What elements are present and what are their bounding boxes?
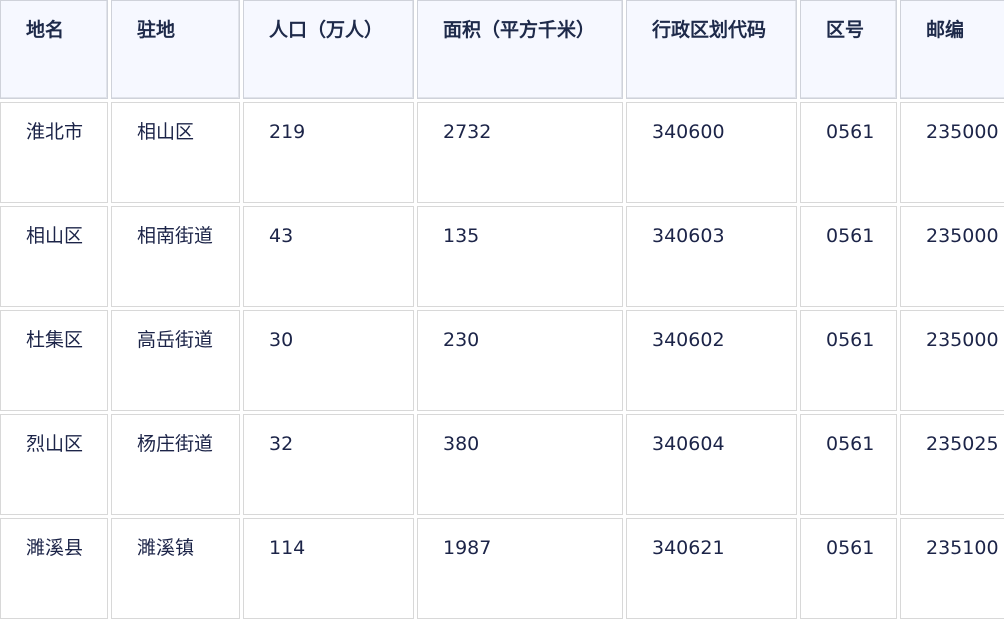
cell-area-code: 0561	[800, 414, 897, 515]
header-seat: 驻地	[111, 0, 240, 99]
cell-seat: 濉溪镇	[111, 518, 240, 619]
cell-seat: 相南街道	[111, 206, 240, 307]
cell-population: 30	[243, 310, 414, 411]
table-row: 淮北市 相山区 219 2732 340600 0561 235000	[0, 102, 1004, 203]
cell-division-code: 340602	[626, 310, 797, 411]
header-area: 面积（平方千米）	[417, 0, 623, 99]
region-data-table: 地名 驻地 人口（万人） 面积（平方千米） 行政区划代码 区号 邮编 淮北市 相…	[0, 0, 1004, 622]
cell-area-code: 0561	[800, 310, 897, 411]
cell-place-name: 淮北市	[0, 102, 108, 203]
header-population: 人口（万人）	[243, 0, 414, 99]
header-division-code: 行政区划代码	[626, 0, 797, 99]
header-row: 地名 驻地 人口（万人） 面积（平方千米） 行政区划代码 区号 邮编	[0, 0, 1004, 99]
cell-postal-code: 235025	[900, 414, 1004, 515]
cell-population: 219	[243, 102, 414, 203]
table-body: 淮北市 相山区 219 2732 340600 0561 235000 相山区 …	[0, 102, 1004, 619]
cell-division-code: 340604	[626, 414, 797, 515]
cell-division-code: 340621	[626, 518, 797, 619]
cell-area: 2732	[417, 102, 623, 203]
table-row: 濉溪县 濉溪镇 114 1987 340621 0561 235100	[0, 518, 1004, 619]
header-postal-code: 邮编	[900, 0, 1004, 99]
cell-area-code: 0561	[800, 518, 897, 619]
cell-postal-code: 235000	[900, 206, 1004, 307]
cell-area-code: 0561	[800, 102, 897, 203]
cell-division-code: 340600	[626, 102, 797, 203]
table-row: 杜集区 高岳街道 30 230 340602 0561 235000	[0, 310, 1004, 411]
cell-place-name: 濉溪县	[0, 518, 108, 619]
cell-seat: 高岳街道	[111, 310, 240, 411]
cell-division-code: 340603	[626, 206, 797, 307]
cell-population: 114	[243, 518, 414, 619]
cell-place-name: 相山区	[0, 206, 108, 307]
table-row: 烈山区 杨庄街道 32 380 340604 0561 235025	[0, 414, 1004, 515]
cell-area: 380	[417, 414, 623, 515]
table-header: 地名 驻地 人口（万人） 面积（平方千米） 行政区划代码 区号 邮编	[0, 0, 1004, 99]
cell-area: 135	[417, 206, 623, 307]
cell-seat: 杨庄街道	[111, 414, 240, 515]
cell-place-name: 杜集区	[0, 310, 108, 411]
cell-area: 1987	[417, 518, 623, 619]
header-place-name: 地名	[0, 0, 108, 99]
cell-seat: 相山区	[111, 102, 240, 203]
cell-area-code: 0561	[800, 206, 897, 307]
cell-place-name: 烈山区	[0, 414, 108, 515]
cell-area: 230	[417, 310, 623, 411]
table-row: 相山区 相南街道 43 135 340603 0561 235000	[0, 206, 1004, 307]
cell-postal-code: 235000	[900, 102, 1004, 203]
cell-population: 43	[243, 206, 414, 307]
cell-postal-code: 235100	[900, 518, 1004, 619]
cell-postal-code: 235000	[900, 310, 1004, 411]
header-area-code: 区号	[800, 0, 897, 99]
cell-population: 32	[243, 414, 414, 515]
